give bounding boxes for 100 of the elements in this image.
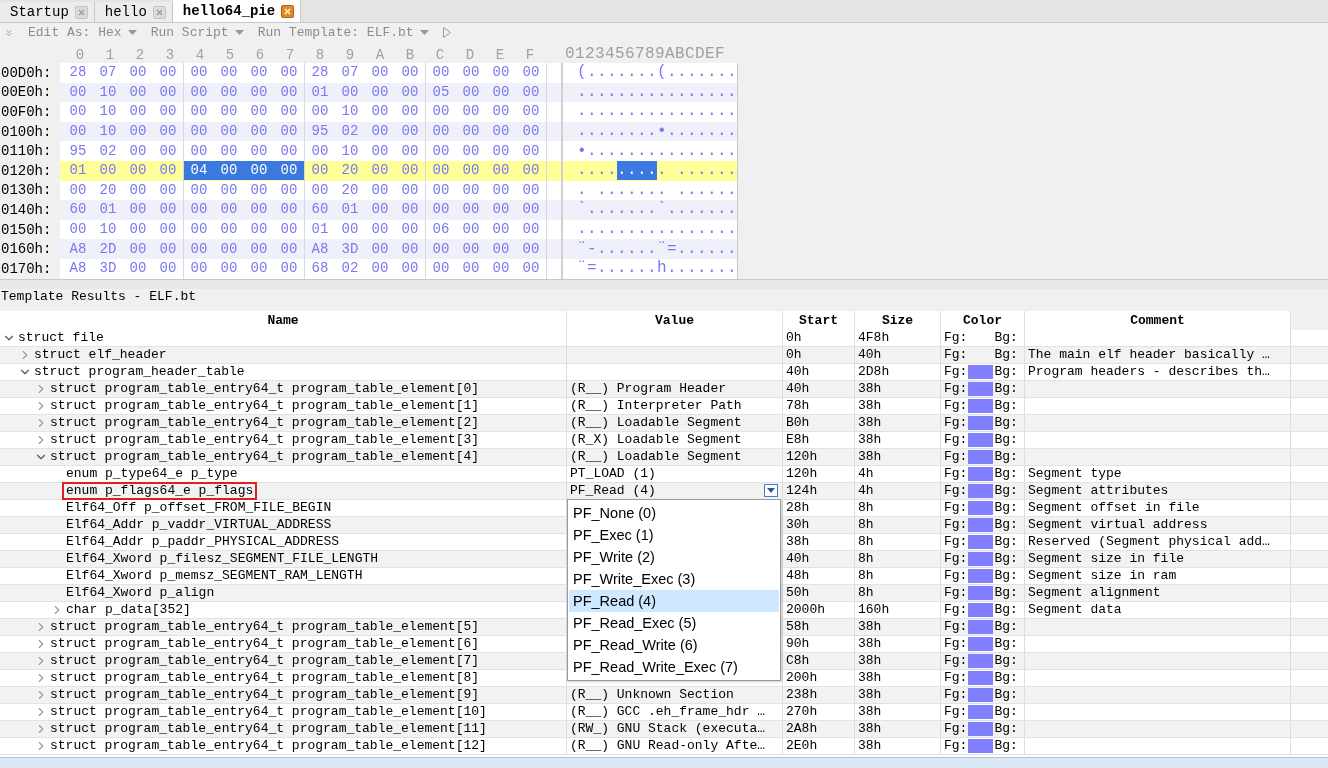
field-name: Elf64_Addr p_vaddr_VIRTUAL_ADDRESS (65, 517, 333, 532)
column-header: 7 (284, 47, 296, 63)
field-name: struct file (17, 330, 105, 345)
ascii-header: 0123456789ABCDEF (565, 45, 726, 63)
start-offset: 120h (786, 466, 818, 482)
fg-label: Fg: (944, 449, 968, 465)
start-offset: C8h (786, 653, 810, 669)
size-value: 38h (858, 704, 882, 720)
field-name: struct program_table_entry64_t program_table_element[0] (49, 381, 481, 396)
size-value: 38h (858, 653, 882, 669)
offset-label: 0170h: (0, 258, 60, 279)
ascii-text: ................ (576, 82, 737, 102)
field-value: (R__) Interpreter Path (570, 398, 742, 414)
field-name: struct program_table_entry64_t program_table_element[2] (49, 415, 481, 430)
start-offset: 48h (786, 568, 810, 584)
fg-label: Fg: (944, 415, 968, 431)
fg-label: Fg: (944, 347, 968, 363)
column-header: E (494, 47, 506, 63)
fg-label: Fg: (944, 585, 968, 601)
fg-label: Fg: (944, 330, 968, 346)
bg-label: Bg: (994, 585, 1018, 601)
field-value: (R__) GNU Read-only Afte… (570, 738, 766, 754)
field-name: Elf64_Xword p_align (65, 585, 216, 600)
column-header: 1 (104, 47, 116, 63)
fg-label: Fg: (944, 364, 968, 380)
bg-label: Bg: (994, 466, 1018, 482)
size-value: 4F8h (858, 330, 890, 346)
bg-label: Bg: (994, 415, 1018, 431)
bg-label: Bg: (994, 483, 1018, 499)
fg-label: Fg: (944, 619, 968, 635)
start-offset: 270h (786, 704, 818, 720)
size-value: 8h (858, 568, 874, 584)
size-value: 38h (858, 432, 882, 448)
bg-label: Bg: (994, 398, 1018, 414)
column-header: 5 (224, 47, 236, 63)
ascii-text: •............... (576, 141, 737, 161)
size-value: 2D8h (858, 364, 890, 380)
field-name: struct program_table_entry64_t program_table_element[4] (49, 449, 481, 464)
offset-label: 0150h: (0, 219, 60, 240)
bg-label: Bg: (994, 330, 1018, 346)
fg-label: Fg: (944, 466, 968, 482)
offset-label: 0100h: (0, 121, 60, 142)
size-value: 4h (858, 483, 874, 499)
start-offset: 2E0h (786, 738, 818, 754)
fg-label: Fg: (944, 483, 968, 499)
start-offset: 124h (786, 483, 818, 499)
bg-label: Bg: (994, 551, 1018, 567)
size-value: 38h (858, 415, 882, 431)
fg-label: Fg: (944, 636, 968, 652)
ascii-text: .... (616, 161, 657, 181)
comment-text: Segment attributes (1028, 483, 1169, 499)
field-name: struct program_table_entry64_t program_table_element[5] (49, 619, 481, 634)
ascii-text: ¨-......¨=...... (576, 239, 737, 259)
fg-label: Fg: (944, 704, 968, 720)
ascii-text: ........•....... (576, 122, 737, 142)
field-name: enum p_type64_e p_type (65, 466, 239, 481)
bg-label: Bg: (994, 738, 1018, 754)
offset-label: 00D0h: (0, 63, 60, 83)
size-value: 38h (858, 687, 882, 703)
size-value: 40h (858, 347, 882, 363)
bg-label: Bg: (994, 721, 1018, 737)
start-offset: B0h (786, 415, 810, 431)
column-header: 8 (314, 47, 326, 63)
start-offset: 0h (786, 347, 802, 363)
column-header: 9 (344, 47, 356, 63)
bg-label: Bg: (994, 534, 1018, 550)
size-value: 8h (858, 585, 874, 601)
fg-label: Fg: (944, 551, 968, 567)
field-name: struct program_table_entry64_t program_table_element[10] (49, 704, 488, 719)
bg-label: Bg: (994, 704, 1018, 720)
field-name: Elf64_Off p_offset_FROM_FILE_BEGIN (65, 500, 333, 515)
fg-label: Fg: (944, 721, 968, 737)
field-name: enum p_flags64_e p_flags (64, 483, 256, 498)
field-name: struct elf_header (33, 347, 168, 362)
field-value: (R_X) Loadable Segment (570, 432, 742, 448)
size-value: 8h (858, 534, 874, 550)
fg-label: Fg: (944, 653, 968, 669)
column-header: 0 (74, 47, 86, 63)
start-offset: 238h (786, 687, 818, 703)
fg-label: Fg: (944, 534, 968, 550)
size-value: 38h (858, 381, 882, 397)
comment-text: Segment virtual address (1028, 517, 1208, 533)
comment-text: Segment data (1028, 602, 1122, 618)
offset-label: 0120h: (0, 160, 60, 181)
start-offset: 90h (786, 636, 810, 652)
size-value: 38h (858, 636, 882, 652)
column-header: 2 (134, 47, 146, 63)
field-name: Elf64_Xword p_filesz_SEGMENT_FILE_LENGTH (65, 551, 380, 566)
start-offset: 40h (786, 364, 810, 380)
fg-label: Fg: (944, 517, 968, 533)
bg-label: Bg: (994, 687, 1018, 703)
fg-label: Fg: (944, 602, 968, 618)
size-value: 38h (858, 738, 882, 754)
field-value: (R__) Loadable Segment (570, 415, 742, 431)
start-offset: 30h (786, 517, 810, 533)
offset-label: 0110h: (0, 141, 60, 161)
column-header: 6 (254, 47, 266, 63)
ascii-text: `.......`....... (576, 200, 737, 220)
offset-label: 00F0h: (0, 102, 60, 122)
fg-label: Fg: (944, 687, 968, 703)
